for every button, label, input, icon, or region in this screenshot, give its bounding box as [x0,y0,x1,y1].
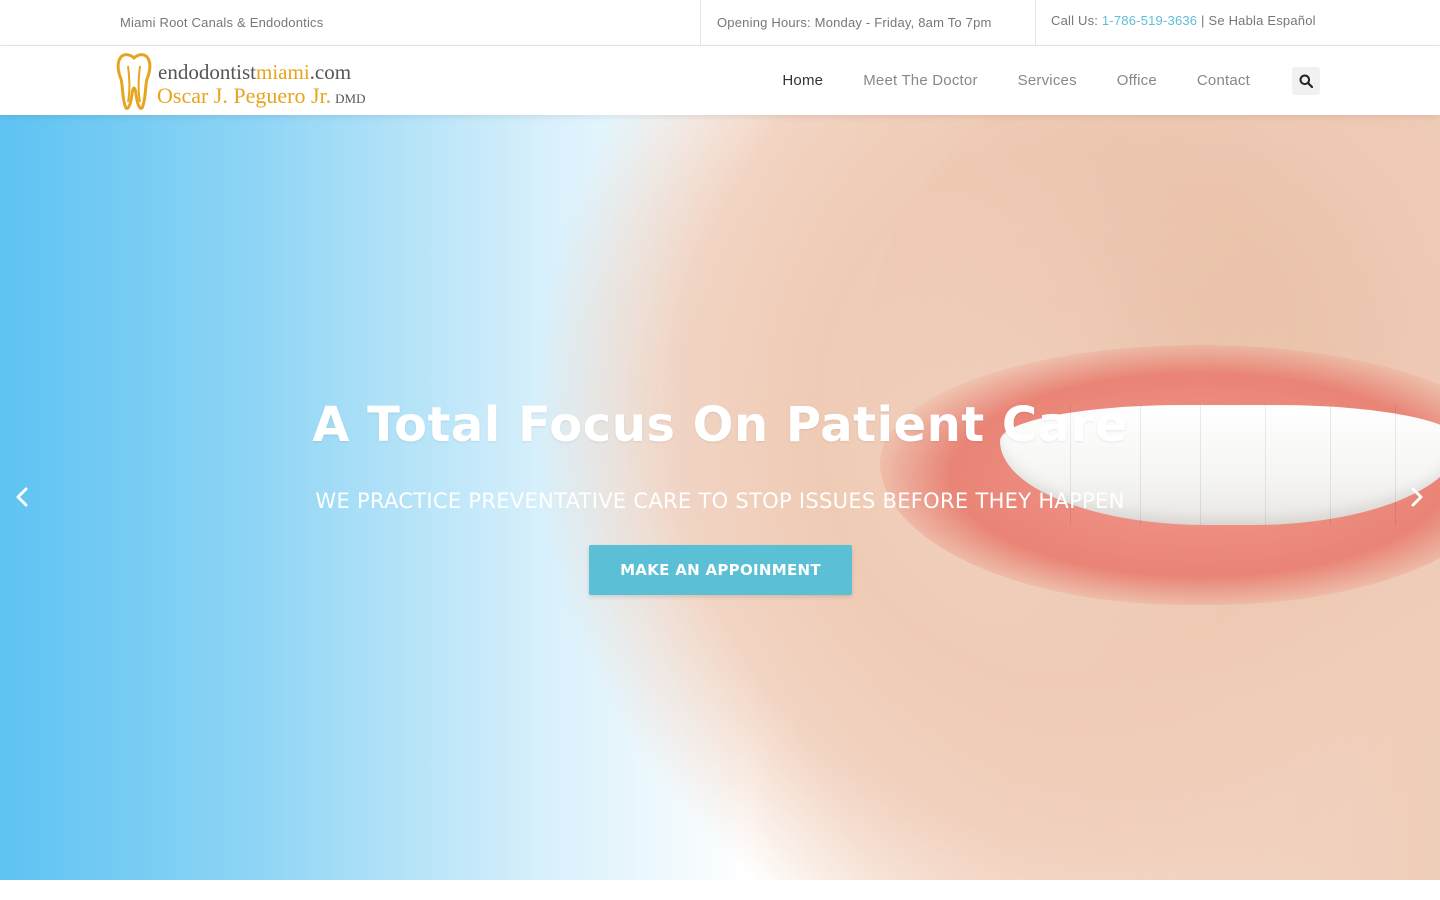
search-icon [1299,74,1313,88]
logo-credential: DMD [335,91,366,106]
chevron-right-icon [1411,487,1423,507]
chevron-left-icon [16,487,28,507]
main-nav: Home Meet The Doctor Services Office Con… [742,46,1320,115]
logo-name: Oscar J. Peguero Jr. [157,83,332,108]
call-prefix: Call Us: [1051,13,1102,28]
top-info-bar: Miami Root Canals & Endodontics Opening … [0,0,1440,46]
nav-office[interactable]: Office [1117,72,1157,89]
hero-slider: A Total Focus On Patient Care WE PRACTIC… [0,115,1440,880]
hero-subtitle: WE PRACTICE PREVENTATIVE CARE TO STOP IS… [315,489,1125,513]
hero-title: A Total Focus On Patient Care [312,397,1128,453]
nav-services[interactable]: Services [1018,72,1077,89]
make-appointment-button[interactable]: MAKE AN APPOINMENT [589,545,852,595]
opening-hours: Opening Hours: Monday - Friday, 8am To 7… [700,0,1036,45]
logo-domain-part1: endodontist [158,60,256,84]
phone-link[interactable]: 1-786-519-3636 [1102,13,1197,28]
logo-doctor-name: Oscar J. Peguero Jr. DMD [157,83,365,109]
nav-contact[interactable]: Contact [1197,72,1250,89]
slider-next-button[interactable] [1405,479,1429,515]
call-suffix: | Se Habla Español [1197,13,1316,28]
logo-domain: endodontistmiami.com [158,60,351,85]
tooth-icon [116,53,152,110]
call-info: Call Us: 1-786-519-3636 | Se Habla Españ… [1051,13,1316,28]
slider-prev-button[interactable] [10,479,34,515]
nav-home[interactable]: Home [782,72,823,89]
site-header: endodontistmiami.com Oscar J. Peguero Jr… [0,46,1440,115]
site-logo[interactable]: endodontistmiami.com Oscar J. Peguero Jr… [116,52,376,110]
logo-domain-accent: miami [256,60,310,84]
logo-domain-part2: .com [309,60,352,84]
search-button[interactable] [1292,66,1320,95]
nav-meet-the-doctor[interactable]: Meet The Doctor [863,72,977,89]
site-tagline: Miami Root Canals & Endodontics [120,15,324,30]
